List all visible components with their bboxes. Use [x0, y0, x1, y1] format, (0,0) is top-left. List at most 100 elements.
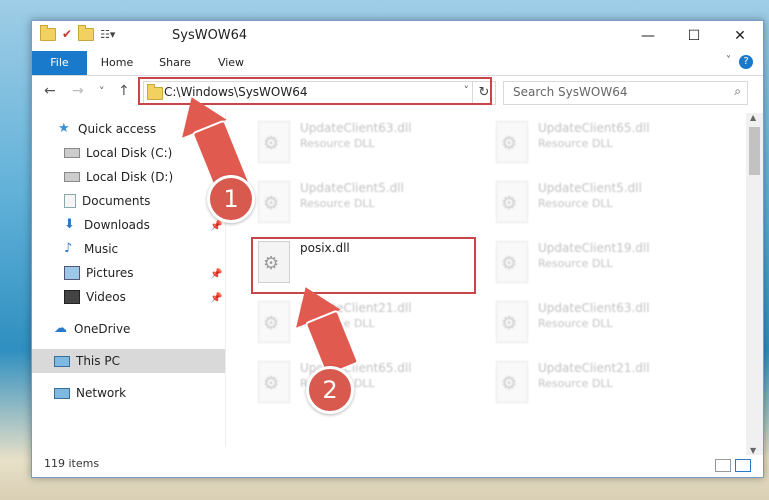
file-item[interactable]: UpdateClient65.dll Resource DLL [252, 355, 482, 409]
close-button[interactable]: ✕ [717, 21, 763, 51]
sidebar-item-music[interactable]: ♪ Music [64, 239, 118, 259]
folder-icon [40, 24, 56, 41]
file-description: Resource DLL [300, 197, 375, 210]
properties-icon[interactable]: ✔ [62, 27, 72, 41]
tab-share[interactable]: Share [150, 51, 200, 75]
quick-access-toolbar: ✔ ☷▾ [40, 24, 115, 41]
dll-file-icon [496, 121, 528, 163]
network-icon [54, 387, 70, 399]
sidebar-item-pictures[interactable]: Pictures [64, 263, 134, 283]
file-name: UpdateClient5.dll [300, 181, 404, 195]
sidebar-item-videos[interactable]: Videos [64, 287, 126, 307]
sidebar-item-label: Local Disk (D:) [86, 170, 174, 184]
status-bar: 119 items [32, 453, 763, 477]
drive-icon [64, 172, 80, 182]
pictures-icon [64, 266, 80, 280]
file-name: UpdateClient63.dll [538, 301, 650, 315]
tab-home[interactable]: Home [92, 51, 142, 75]
vertical-scrollbar[interactable]: ▲ ▼ [746, 113, 763, 455]
sidebar-item-label: Local Disk (C:) [86, 146, 173, 160]
dll-file-icon [496, 301, 528, 343]
window-controls: — ☐ ✕ [625, 21, 763, 51]
large-icons-view-icon[interactable] [735, 459, 751, 472]
search-input[interactable]: Search SysWOW64 [513, 85, 627, 99]
navigation-bar: ← → ˅ ↑ C:\Windows\SysWOW64 ˅ ↻ Search S… [32, 77, 763, 107]
sidebar-item-label: Videos [86, 290, 126, 304]
computer-icon [54, 355, 70, 367]
tab-view[interactable]: View [206, 51, 256, 75]
customize-toolbar-icon[interactable]: ☷▾ [100, 28, 115, 41]
file-name: UpdateClient5.dll [538, 181, 642, 195]
forward-button[interactable]: → [72, 83, 84, 99]
item-count: 119 items [44, 457, 100, 470]
sidebar-item-local-disk-c[interactable]: Local Disk (C:) [64, 143, 172, 163]
posix-highlight-box [251, 237, 476, 294]
recent-locations-button[interactable]: ˅ [99, 85, 105, 98]
star-icon: ★ [58, 121, 70, 136]
sidebar-item-network[interactable]: Network [54, 383, 126, 403]
navigation-pane: ★ Quick access Local Disk (C:) Local Dis… [32, 113, 226, 447]
file-name: UpdateClient21.dll [538, 361, 650, 375]
expand-ribbon-icon[interactable]: ˅ [726, 55, 731, 66]
maximize-button[interactable]: ☐ [671, 21, 717, 51]
dll-file-icon [258, 121, 290, 163]
music-icon: ♪ [64, 241, 73, 256]
file-item[interactable]: UpdateClient21.dll Resource DLL [490, 355, 720, 409]
sidebar-item-label: Quick access [78, 122, 157, 136]
window-title: SysWOW64 [172, 28, 248, 43]
dll-file-icon [496, 241, 528, 283]
pin-icon: 📌 [210, 221, 223, 232]
sidebar-item-onedrive[interactable]: ☁ OneDrive [54, 319, 130, 339]
sidebar-item-label: Documents [82, 194, 151, 208]
step-badge-2: 2 [306, 366, 354, 414]
sidebar-item-local-disk-d[interactable]: Local Disk (D:) [64, 167, 173, 187]
scroll-up-icon[interactable]: ▲ [750, 113, 756, 122]
minimize-button[interactable]: — [625, 21, 671, 51]
file-description: Resource DLL [538, 257, 613, 270]
dll-file-icon [258, 361, 290, 403]
dll-file-icon [496, 181, 528, 223]
sidebar-item-label: Music [84, 242, 119, 256]
file-item[interactable]: UpdateClient65.dll Resource DLL [490, 115, 720, 169]
sidebar-item-label: This PC [76, 354, 120, 368]
file-item[interactable]: UpdateClient5.dll Resource DLL [490, 175, 720, 229]
pin-icon: 📌 [210, 269, 223, 280]
file-description: Resource DLL [538, 317, 613, 330]
file-description: Resource DLL [538, 377, 613, 390]
search-box[interactable]: Search SysWOW64 ⌕ [503, 81, 748, 105]
file-item[interactable]: UpdateClient5.dll Resource DLL [252, 175, 482, 229]
dll-file-icon [258, 301, 290, 343]
sidebar-item-label: OneDrive [74, 322, 131, 336]
search-icon[interactable]: ⌕ [734, 84, 741, 99]
back-button[interactable]: ← [44, 83, 56, 99]
drive-icon [64, 148, 80, 158]
sidebar-item-documents[interactable]: Documents [64, 191, 150, 211]
step-badge-1: 1 [207, 175, 255, 223]
pin-icon: 📌 [210, 293, 223, 304]
file-item[interactable]: UpdateClient19.dll Resource DLL [490, 235, 720, 289]
details-view-icon[interactable] [715, 459, 731, 472]
ribbon-tabs: File Home Share View ˅ ? [32, 51, 763, 76]
download-icon: ⬇ [64, 217, 75, 232]
cloud-icon: ☁ [54, 321, 67, 336]
videos-icon [64, 290, 80, 304]
explorer-window: ✔ ☷▾ SysWOW64 — ☐ ✕ File Home Share View… [31, 20, 764, 478]
documents-icon [64, 194, 76, 208]
sidebar-item-this-pc[interactable]: This PC [54, 351, 120, 371]
sidebar-item-label: Pictures [86, 266, 134, 280]
file-description: Resource DLL [538, 137, 613, 150]
dll-file-icon [496, 361, 528, 403]
file-description: Resource DLL [300, 137, 375, 150]
file-item[interactable]: UpdateClient63.dll Resource DLL [252, 115, 482, 169]
sidebar-item-label: Downloads [84, 218, 150, 232]
file-item[interactable]: UpdateClient63.dll Resource DLL [490, 295, 720, 349]
tab-file[interactable]: File [32, 51, 87, 75]
file-name: UpdateClient63.dll [300, 121, 412, 135]
sidebar-item-downloads[interactable]: ⬇ Downloads [64, 215, 150, 235]
up-button[interactable]: ↑ [118, 83, 130, 99]
scrollbar-thumb[interactable] [749, 127, 760, 175]
dll-file-icon [258, 181, 290, 223]
sidebar-item-quick-access[interactable]: ★ Quick access [58, 119, 156, 139]
new-folder-icon[interactable] [78, 24, 95, 41]
help-icon[interactable]: ? [739, 55, 753, 69]
